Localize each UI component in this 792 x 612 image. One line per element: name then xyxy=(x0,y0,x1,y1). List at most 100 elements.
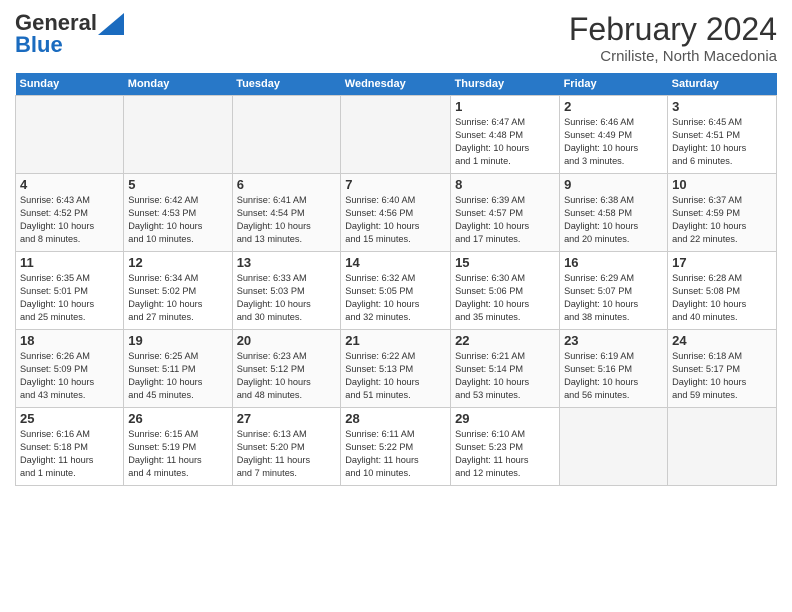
calendar-cell: 11 Sunrise: 6:35 AM Sunset: 5:01 PM Dayli… xyxy=(16,252,124,330)
day-number: 29 xyxy=(455,411,555,426)
day-detail: Sunrise: 6:22 AM Sunset: 5:13 PM Dayligh… xyxy=(345,350,446,402)
day-detail: Sunrise: 6:42 AM Sunset: 4:53 PM Dayligh… xyxy=(128,194,227,246)
day-detail: Sunrise: 6:47 AM Sunset: 4:48 PM Dayligh… xyxy=(455,116,555,168)
day-number: 16 xyxy=(564,255,663,270)
day-detail: Sunrise: 6:13 AM Sunset: 5:20 PM Dayligh… xyxy=(237,428,337,480)
calendar-cell: 23Sunrise: 6:19 AM Sunset: 5:16 PM Dayli… xyxy=(560,330,668,408)
day-number: 8 xyxy=(455,177,555,192)
calendar-cell: 8 Sunrise: 6:39 AM Sunset: 4:57 PM Daylig… xyxy=(451,174,560,252)
calendar-cell: 6 Sunrise: 6:41 AM Sunset: 4:54 PM Daylig… xyxy=(232,174,341,252)
day-number: 11 xyxy=(20,255,119,270)
day-detail: Sunrise: 6:45 AM Sunset: 4:51 PM Dayligh… xyxy=(672,116,772,168)
day-number: 2 xyxy=(564,99,663,114)
column-header-monday: Monday xyxy=(124,73,232,96)
calendar-cell: 22Sunrise: 6:21 AM Sunset: 5:14 PM Dayli… xyxy=(451,330,560,408)
calendar-cell xyxy=(560,408,668,486)
page-container: General Blue February 2024 Crniliste, No… xyxy=(0,0,792,491)
day-detail: Sunrise: 6:19 AM Sunset: 5:16 PM Dayligh… xyxy=(564,350,663,402)
calendar-cell: 4 Sunrise: 6:43 AM Sunset: 4:52 PM Daylig… xyxy=(16,174,124,252)
day-detail: Sunrise: 6:37 AM Sunset: 4:59 PM Dayligh… xyxy=(672,194,772,246)
calendar-cell xyxy=(124,96,232,174)
page-subtitle: Crniliste, North Macedonia xyxy=(569,48,777,65)
calendar-cell: 19 Sunrise: 6:25 AM Sunset: 5:11 PM Dayli… xyxy=(124,330,232,408)
day-number: 18 xyxy=(20,333,119,348)
calendar-cell: 12Sunrise: 6:34 AM Sunset: 5:02 PM Dayli… xyxy=(124,252,232,330)
header-row: SundayMondayTuesdayWednesdayThursdayFrid… xyxy=(16,73,777,96)
column-header-tuesday: Tuesday xyxy=(232,73,341,96)
day-detail: Sunrise: 6:40 AM Sunset: 4:56 PM Dayligh… xyxy=(345,194,446,246)
calendar-cell: 24Sunrise: 6:18 AM Sunset: 5:17 PM Dayli… xyxy=(668,330,777,408)
day-number: 28 xyxy=(345,411,446,426)
day-number: 17 xyxy=(672,255,772,270)
calendar-cell xyxy=(341,96,451,174)
day-detail: Sunrise: 6:16 AM Sunset: 5:18 PM Dayligh… xyxy=(20,428,119,480)
day-number: 3 xyxy=(672,99,772,114)
day-number: 24 xyxy=(672,333,772,348)
calendar-cell: 25 Sunrise: 6:16 AM Sunset: 5:18 PM Dayli… xyxy=(16,408,124,486)
calendar-cell: 3 Sunrise: 6:45 AM Sunset: 4:51 PM Daylig… xyxy=(668,96,777,174)
logo: General Blue xyxy=(15,10,124,58)
day-number: 19 xyxy=(128,333,227,348)
day-number: 27 xyxy=(237,411,337,426)
calendar-cell: 20Sunrise: 6:23 AM Sunset: 5:12 PM Dayli… xyxy=(232,330,341,408)
title-section: February 2024 Crniliste, North Macedonia xyxy=(569,10,777,65)
calendar-cell: 17 Sunrise: 6:28 AM Sunset: 5:08 PM Dayli… xyxy=(668,252,777,330)
day-number: 20 xyxy=(237,333,337,348)
calendar-cell: 21Sunrise: 6:22 AM Sunset: 5:13 PM Dayli… xyxy=(341,330,451,408)
day-detail: Sunrise: 6:43 AM Sunset: 4:52 PM Dayligh… xyxy=(20,194,119,246)
page-title: February 2024 xyxy=(569,10,777,48)
day-number: 7 xyxy=(345,177,446,192)
calendar-cell: 7 Sunrise: 6:40 AM Sunset: 4:56 PM Daylig… xyxy=(341,174,451,252)
calendar-cell: 14 Sunrise: 6:32 AM Sunset: 5:05 PM Dayli… xyxy=(341,252,451,330)
day-detail: Sunrise: 6:25 AM Sunset: 5:11 PM Dayligh… xyxy=(128,350,227,402)
column-header-wednesday: Wednesday xyxy=(341,73,451,96)
day-detail: Sunrise: 6:35 AM Sunset: 5:01 PM Dayligh… xyxy=(20,272,119,324)
day-detail: Sunrise: 6:11 AM Sunset: 5:22 PM Dayligh… xyxy=(345,428,446,480)
day-detail: Sunrise: 6:15 AM Sunset: 5:19 PM Dayligh… xyxy=(128,428,227,480)
calendar-cell xyxy=(668,408,777,486)
calendar-cell: 1 Sunrise: 6:47 AM Sunset: 4:48 PM Daylig… xyxy=(451,96,560,174)
day-detail: Sunrise: 6:33 AM Sunset: 5:03 PM Dayligh… xyxy=(237,272,337,324)
day-detail: Sunrise: 6:39 AM Sunset: 4:57 PM Dayligh… xyxy=(455,194,555,246)
day-number: 6 xyxy=(237,177,337,192)
day-detail: Sunrise: 6:28 AM Sunset: 5:08 PM Dayligh… xyxy=(672,272,772,324)
week-row-4: 18 Sunrise: 6:26 AM Sunset: 5:09 PM Dayli… xyxy=(16,330,777,408)
day-number: 9 xyxy=(564,177,663,192)
day-number: 1 xyxy=(455,99,555,114)
column-header-sunday: Sunday xyxy=(16,73,124,96)
calendar-cell: 28 Sunrise: 6:11 AM Sunset: 5:22 PM Dayli… xyxy=(341,408,451,486)
day-detail: Sunrise: 6:10 AM Sunset: 5:23 PM Dayligh… xyxy=(455,428,555,480)
day-detail: Sunrise: 6:41 AM Sunset: 4:54 PM Dayligh… xyxy=(237,194,337,246)
day-number: 12 xyxy=(128,255,227,270)
calendar-cell: 9Sunrise: 6:38 AM Sunset: 4:58 PM Daylig… xyxy=(560,174,668,252)
calendar-cell: 13Sunrise: 6:33 AM Sunset: 5:03 PM Dayli… xyxy=(232,252,341,330)
day-number: 10 xyxy=(672,177,772,192)
calendar-table: SundayMondayTuesdayWednesdayThursdayFrid… xyxy=(15,73,777,486)
day-detail: Sunrise: 6:21 AM Sunset: 5:14 PM Dayligh… xyxy=(455,350,555,402)
day-number: 5 xyxy=(128,177,227,192)
calendar-cell: 26 Sunrise: 6:15 AM Sunset: 5:19 PM Dayli… xyxy=(124,408,232,486)
week-row-5: 25 Sunrise: 6:16 AM Sunset: 5:18 PM Dayli… xyxy=(16,408,777,486)
day-detail: Sunrise: 6:26 AM Sunset: 5:09 PM Dayligh… xyxy=(20,350,119,402)
logo-icon xyxy=(98,13,124,35)
calendar-cell: 2 Sunrise: 6:46 AM Sunset: 4:49 PM Daylig… xyxy=(560,96,668,174)
calendar-cell: 10 Sunrise: 6:37 AM Sunset: 4:59 PM Dayli… xyxy=(668,174,777,252)
day-number: 26 xyxy=(128,411,227,426)
week-row-3: 11 Sunrise: 6:35 AM Sunset: 5:01 PM Dayli… xyxy=(16,252,777,330)
column-header-thursday: Thursday xyxy=(451,73,560,96)
calendar-cell: 15Sunrise: 6:30 AM Sunset: 5:06 PM Dayli… xyxy=(451,252,560,330)
calendar-cell xyxy=(16,96,124,174)
column-header-saturday: Saturday xyxy=(668,73,777,96)
day-number: 4 xyxy=(20,177,119,192)
calendar-cell: 27 Sunrise: 6:13 AM Sunset: 5:20 PM Dayli… xyxy=(232,408,341,486)
day-number: 14 xyxy=(345,255,446,270)
day-detail: Sunrise: 6:46 AM Sunset: 4:49 PM Dayligh… xyxy=(564,116,663,168)
column-header-friday: Friday xyxy=(560,73,668,96)
day-detail: Sunrise: 6:32 AM Sunset: 5:05 PM Dayligh… xyxy=(345,272,446,324)
day-detail: Sunrise: 6:29 AM Sunset: 5:07 PM Dayligh… xyxy=(564,272,663,324)
day-number: 25 xyxy=(20,411,119,426)
week-row-2: 4 Sunrise: 6:43 AM Sunset: 4:52 PM Daylig… xyxy=(16,174,777,252)
day-detail: Sunrise: 6:30 AM Sunset: 5:06 PM Dayligh… xyxy=(455,272,555,324)
calendar-cell: 29 Sunrise: 6:10 AM Sunset: 5:23 PM Dayli… xyxy=(451,408,560,486)
logo-blue: Blue xyxy=(15,32,63,58)
